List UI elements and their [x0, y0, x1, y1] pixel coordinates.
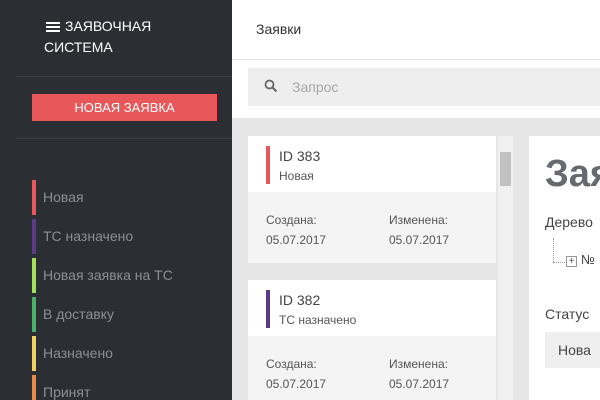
top-header: Заявки — [232, 0, 600, 60]
modified-date: 05.07.2017 — [389, 233, 450, 247]
app-title-line2: СИСТЕМА — [44, 39, 113, 55]
tree-node[interactable]: № — [581, 252, 595, 267]
status-filter-label: ТС назначено — [43, 228, 134, 244]
sidebar-divider — [16, 138, 232, 139]
status-label: Статус — [545, 306, 590, 322]
sidebar: ЗАЯВОЧНАЯ СИСТЕМА НОВАЯ ЗАЯВКА Новая ТС н… — [0, 0, 232, 400]
new-request-button[interactable]: НОВАЯ ЗАЯВКА — [32, 94, 217, 121]
request-list: ID 383 Новая Создана: 05.07.2017 Изменен… — [248, 136, 513, 400]
list-scrollbar[interactable] — [498, 136, 513, 400]
status-filter-label: Принят — [43, 384, 91, 400]
status-filter-label: Назначено — [43, 345, 113, 361]
created-label: Создана: — [266, 357, 317, 371]
status-color-bar — [32, 375, 36, 400]
status-color-bar — [32, 297, 36, 332]
scroll-thumb[interactable] — [500, 152, 511, 186]
detail-title: Зая — [545, 153, 600, 195]
status-color-bar — [32, 219, 36, 254]
status-filter-vehicle-assigned[interactable]: ТС назначено — [32, 217, 232, 256]
request-card[interactable]: ID 383 Новая Создана: 05.07.2017 Изменен… — [248, 136, 496, 263]
created-date: 05.07.2017 — [266, 377, 327, 391]
request-status: Новая — [279, 169, 314, 183]
modified-label: Изменена: — [389, 213, 448, 227]
created-info: Создана: 05.07.2017 — [266, 210, 326, 250]
tree-label: Дерево — [545, 214, 593, 230]
status-select[interactable]: Нова — [545, 332, 600, 368]
app-title-line1: ЗАЯВОЧНАЯ — [65, 18, 152, 34]
request-card[interactable]: ID 382 ТС назначено Создана: 05.07.2017 … — [248, 280, 496, 400]
modified-label: Изменена: — [389, 357, 448, 371]
tree-connector — [553, 238, 554, 262]
status-filter-to-delivery[interactable]: В доставку — [32, 295, 232, 334]
request-status-strip — [266, 146, 270, 184]
status-filter-label: Новая заявка на ТС — [43, 267, 173, 283]
status-color-bar — [32, 336, 36, 371]
page-title: Заявки — [256, 21, 302, 37]
request-card-header: ID 383 Новая — [248, 136, 496, 192]
request-card-meta: Создана: 05.07.2017 Изменена: 05.07.2017 — [248, 192, 496, 263]
request-card-header: ID 382 ТС назначено — [248, 280, 496, 336]
modified-info: Изменена: 05.07.2017 — [389, 354, 449, 394]
request-status-strip — [266, 290, 270, 328]
modified-info: Изменена: 05.07.2017 — [389, 210, 449, 250]
request-status: ТС назначено — [279, 313, 357, 327]
search-box[interactable] — [248, 68, 600, 106]
app-title: ЗАЯВОЧНАЯ СИСТЕМА — [44, 16, 224, 58]
request-card-meta: Создана: 05.07.2017 Изменена: 05.07.2017 — [248, 336, 496, 400]
status-filter-new-vehicle-request[interactable]: Новая заявка на ТС — [32, 256, 232, 295]
search-icon — [264, 79, 278, 93]
status-filter-new[interactable]: Новая — [32, 178, 232, 217]
request-id: ID 382 — [279, 292, 321, 308]
created-info: Создана: 05.07.2017 — [266, 354, 326, 394]
search-input[interactable] — [292, 77, 592, 97]
status-color-bar — [32, 180, 36, 215]
created-date: 05.07.2017 — [266, 233, 327, 247]
tree-expand-icon[interactable]: + — [566, 256, 577, 267]
request-detail-panel: Зая Дерево + № Статус Нова — [529, 136, 600, 400]
sidebar-divider — [16, 76, 232, 77]
status-filter-label: Новая — [43, 189, 84, 205]
status-color-bar — [32, 258, 36, 293]
tree-connector — [553, 262, 565, 263]
created-label: Создана: — [266, 213, 317, 227]
status-filter-list: Новая ТС назначено Новая заявка на ТС В … — [32, 178, 232, 400]
status-select-value: Нова — [558, 342, 591, 358]
request-id: ID 383 — [279, 148, 321, 164]
status-filter-assigned[interactable]: Назначено — [32, 334, 232, 373]
status-filter-accepted[interactable]: Принят — [32, 373, 232, 400]
search-bar — [232, 60, 600, 118]
modified-date: 05.07.2017 — [389, 377, 450, 391]
status-filter-label: В доставку — [43, 306, 114, 322]
